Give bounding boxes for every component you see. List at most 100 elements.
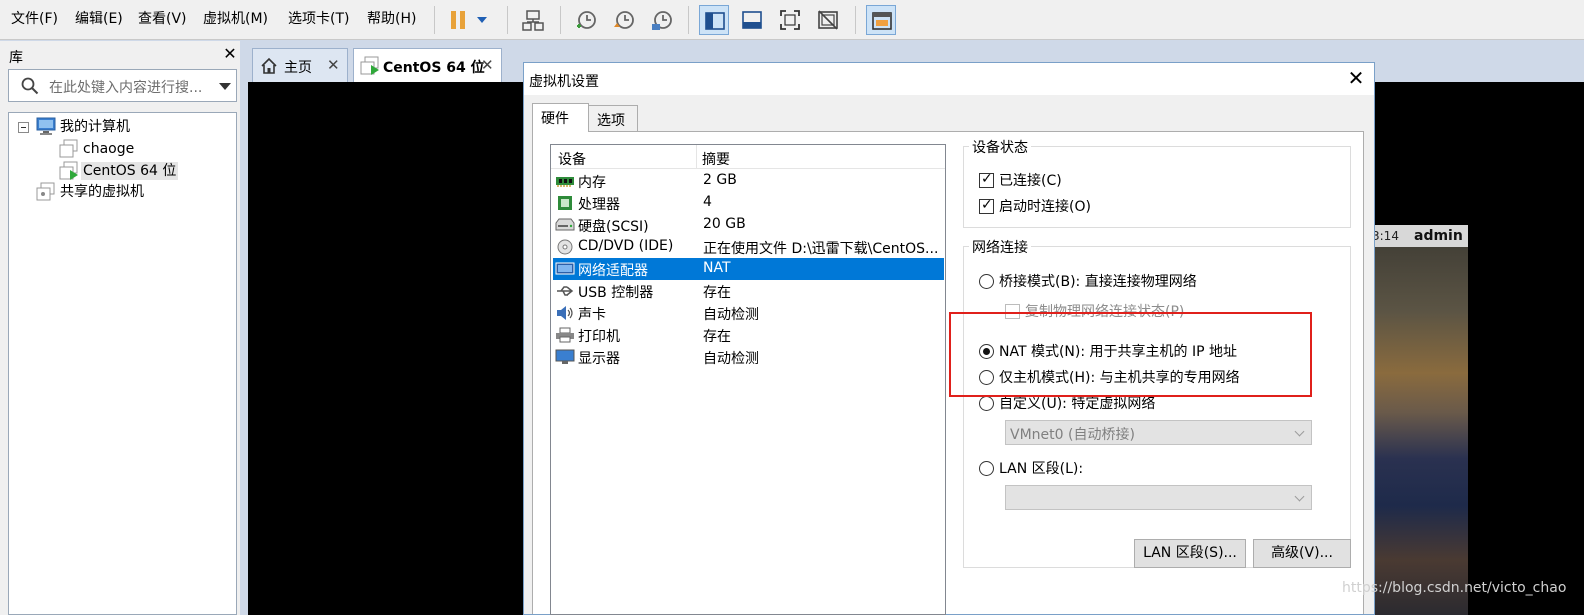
- toolbar-separator: [507, 6, 508, 34]
- device-row-hard-disk[interactable]: 硬盘(SCSI) 20 GB: [553, 214, 944, 236]
- shared-vm-icon: [36, 182, 55, 201]
- menu-tabs[interactable]: 选项卡(T): [288, 10, 349, 28]
- console-view-button[interactable]: [866, 5, 896, 35]
- device-name: 打印机: [578, 329, 620, 345]
- device-summary: 存在: [703, 329, 731, 345]
- dialog-close-button[interactable]: ✕: [1345, 67, 1367, 89]
- tab-options[interactable]: 选项: [588, 105, 638, 131]
- lan-segment-label[interactable]: LAN 区段(L):: [999, 458, 1083, 478]
- clock-revert-icon: [614, 11, 634, 29]
- column-divider: [696, 145, 697, 169]
- device-row-printer[interactable]: 打印机 存在: [553, 324, 944, 346]
- connected-checkbox[interactable]: ✓: [979, 171, 994, 188]
- device-row-processor[interactable]: 处理器 4: [553, 192, 944, 214]
- menu-vm[interactable]: 虚拟机(M): [203, 10, 268, 28]
- library-search-input[interactable]: 在此处键入内容进行搜...: [8, 69, 237, 102]
- vm-icon: [59, 139, 78, 158]
- tab-home[interactable]: 主页 ✕: [252, 48, 348, 82]
- lan-segment-radio[interactable]: [979, 461, 994, 476]
- memory-icon: [556, 177, 574, 187]
- advanced-button[interactable]: 高级(V)...: [1253, 539, 1351, 568]
- thumbnail-bar-button[interactable]: [737, 5, 767, 35]
- menu-file[interactable]: 文件(F): [11, 10, 58, 28]
- custom-network-select[interactable]: VMnet0 (自动桥接): [1005, 420, 1312, 445]
- device-name: 声卡: [578, 307, 606, 323]
- power-dropdown-button[interactable]: [472, 5, 492, 35]
- connected-label[interactable]: 已连接(C): [999, 170, 1062, 190]
- tab-hardware[interactable]: 硬件: [532, 103, 589, 132]
- device-row-usb[interactable]: USB 控制器 存在: [553, 280, 944, 302]
- unity-button[interactable]: [813, 5, 843, 35]
- guest-desktop-background: [1370, 225, 1468, 615]
- dialog-title: 虚拟机设置: [529, 74, 599, 90]
- search-icon: [21, 77, 39, 95]
- device-name: CD/DVD (IDE): [578, 238, 674, 254]
- device-row-memory[interactable]: 内存 2 GB: [553, 170, 944, 192]
- chevron-down-icon: [1294, 426, 1305, 437]
- toolbar-separator: [855, 6, 856, 34]
- device-row-display[interactable]: 显示器 自动检测: [553, 346, 944, 368]
- library-title: 库: [9, 50, 23, 66]
- suspend-button[interactable]: [443, 5, 473, 35]
- tab-centos[interactable]: CentOS 64 位 ✕: [353, 48, 502, 82]
- bridged-radio[interactable]: [979, 274, 994, 289]
- bottom-bar-layout-icon: [742, 11, 762, 29]
- show-library-button[interactable]: [699, 5, 729, 35]
- custom-radio[interactable]: [979, 396, 994, 411]
- network-connection-label: 网络连接: [969, 237, 1031, 257]
- column-summary[interactable]: 摘要: [702, 149, 730, 169]
- chevron-down-icon: [477, 17, 487, 23]
- bridged-label[interactable]: 桥接模式(B): 直接连接物理网络: [999, 271, 1197, 291]
- device-row-sound-card[interactable]: 声卡 自动检测: [553, 302, 944, 324]
- search-dropdown-icon[interactable]: [219, 83, 231, 90]
- device-summary: NAT: [703, 260, 731, 276]
- tree-item-chaoge[interactable]: chaoge: [83, 140, 134, 158]
- snapshot-manager-button[interactable]: [646, 5, 676, 35]
- connect-at-power-on-checkbox[interactable]: ✓: [979, 197, 994, 214]
- computer-icon: [36, 117, 56, 135]
- tab-centos-label: CentOS 64 位: [383, 60, 485, 76]
- guest-user-menu[interactable]: admin: [1414, 228, 1463, 244]
- search-placeholder: 在此处键入内容进行搜...: [49, 80, 203, 96]
- vm-running-icon: [360, 56, 379, 75]
- revert-snapshot-button[interactable]: [608, 5, 638, 35]
- full-screen-icon: [780, 10, 800, 30]
- sidebar-layout-icon: [705, 12, 725, 30]
- full-screen-button[interactable]: [775, 5, 805, 35]
- sound-card-icon: [557, 306, 573, 320]
- tree-item-centos[interactable]: CentOS 64 位: [81, 162, 179, 180]
- collapse-toggle-icon[interactable]: [18, 122, 29, 133]
- connect-at-power-on-label[interactable]: 启动时连接(O): [999, 196, 1091, 216]
- tab-centos-close-icon[interactable]: ✕: [481, 56, 494, 74]
- chevron-down-icon: [1294, 491, 1305, 502]
- clock-snapshot-icon: [577, 11, 596, 29]
- menu-view[interactable]: 查看(V): [138, 10, 187, 28]
- device-name: 网络适配器: [578, 263, 648, 279]
- usb-icon: [557, 286, 574, 296]
- tab-home-close-icon[interactable]: ✕: [327, 56, 340, 74]
- device-summary: 自动检测: [703, 351, 759, 367]
- lan-segments-button[interactable]: LAN 区段(S)...: [1134, 539, 1246, 568]
- snapshot-button[interactable]: [570, 5, 600, 35]
- device-name: 显示器: [578, 351, 620, 367]
- device-summary: 正在使用文件 D:\迅雷下载\CentOS...: [703, 241, 939, 257]
- toolbar-separator: [688, 6, 689, 34]
- device-name: 内存: [578, 175, 606, 191]
- annotation-highlight-box: [949, 312, 1312, 397]
- device-name: USB 控制器: [578, 285, 654, 301]
- printer-icon: [556, 327, 574, 343]
- device-row-network-adapter[interactable]: 网络适配器 NAT: [553, 258, 944, 280]
- device-list-header: 设备 摘要: [551, 145, 945, 169]
- device-status-label: 设备状态: [969, 137, 1031, 157]
- device-row-cd-dvd[interactable]: CD/DVD (IDE) 正在使用文件 D:\迅雷下载\CentOS...: [553, 236, 944, 258]
- library-close-button[interactable]: ✕: [222, 45, 238, 63]
- lan-segment-select[interactable]: [1005, 485, 1312, 510]
- tree-item-shared-vms[interactable]: 共享的虚拟机: [60, 183, 144, 201]
- send-ctrl-alt-del-button[interactable]: [517, 5, 547, 35]
- menu-help[interactable]: 帮助(H): [367, 10, 416, 28]
- device-summary: 4: [703, 194, 712, 210]
- network-adapter-icon: [555, 262, 575, 275]
- tree-item-my-computer[interactable]: 我的计算机: [60, 118, 130, 136]
- menu-edit[interactable]: 编辑(E): [75, 10, 123, 28]
- column-device[interactable]: 设备: [558, 149, 586, 169]
